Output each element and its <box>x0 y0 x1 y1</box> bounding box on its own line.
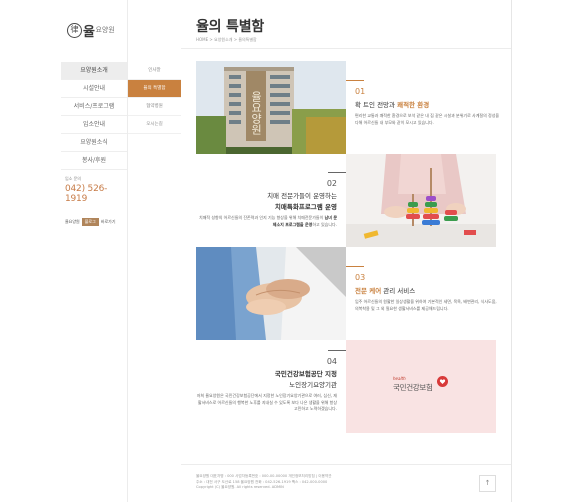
blog-suffix: 바로가기 <box>100 219 116 224</box>
feature-01-text: 01 확 트인 전망과 쾌적한 환경 편리한 교통과 쾌적한 환경으로 보석 같… <box>355 87 500 126</box>
feature-04-text: 04 국민건강보험공단 지정 노인장기요양기관 저희 율요양원은 국민건강보험공… <box>196 357 337 413</box>
feature-02-description: 치매적 성향의 어르신들의 잔존력과 인지 기능 향상을 위해 치매전문가들이 … <box>199 215 337 227</box>
nav-item-admission[interactable]: 입소안내 <box>61 116 127 134</box>
feature-02-headline-1: 치매 전문가들이 운영하는 <box>267 192 337 200</box>
breadcrumb: HOME > 요양원소개 > 율의특별함 <box>196 37 257 42</box>
feature-01-description: 편리한 교통과 쾌적한 환경으로 보석 같은 내 집 같은 시설과 분위기로 사… <box>355 113 500 125</box>
care-hands-photo <box>196 247 346 340</box>
sub-navigation: 인사말 율의 특별함 협약병원 오시는길 <box>128 62 181 134</box>
nav-item-service[interactable]: 서비스/프로그램 <box>61 98 127 116</box>
feature-01-headline: 확 트인 전망과 쾌적한 환경 <box>355 101 430 109</box>
insurance-panel: health 국민건강보험 <box>346 340 496 433</box>
feature-04-description: 저희 율요양원은 국민건강보험공단에서 지정한 노인장기요양기관으로 여러, 심… <box>196 393 337 411</box>
feature-01-number: 01 <box>355 87 366 96</box>
feature-04-number: 04 <box>326 357 337 366</box>
feature-04-headline-2: 노인장기요양기관 <box>289 381 337 389</box>
logo-mark-icon: 律 <box>67 22 82 38</box>
feature-02-headline-2: 치매특화프로그램 운영 <box>274 203 337 211</box>
building-photo: 율요양원 <box>196 61 346 154</box>
site-logo[interactable]: 律 율 요양원 <box>67 18 125 42</box>
feature-03-text: 03 전문 케어 관리 서비스 입주 어르신들의 원활한 일상생활을 위하여 기… <box>355 273 500 312</box>
heart-icon <box>437 376 448 387</box>
main-menu: 요양원소개 시설안내 서비스/프로그램 입소안내 요양원소식 봉사/후원 <box>61 62 127 170</box>
contact-label: 입소 문의 <box>65 176 81 181</box>
header-divider <box>181 48 511 49</box>
blog-prefix: 율요양원 <box>65 219 80 224</box>
sub-item-directions[interactable]: 오시는길 <box>128 116 181 134</box>
therapy-blocks-photo <box>346 154 496 247</box>
scroll-top-button[interactable]: ↑ <box>479 475 496 492</box>
feature-01-accent-line <box>346 80 364 81</box>
feature-02-text: 02 치매 전문가들이 운영하는 치매특화프로그램 운영 치매적 성향의 어르신… <box>196 179 337 228</box>
nav-item-news[interactable]: 요양원소식 <box>61 134 127 152</box>
logo-subtitle: 요양원 <box>95 26 115 34</box>
feature-02-number: 02 <box>326 179 337 188</box>
sub-item-special[interactable]: 율의 특별함 <box>128 80 181 98</box>
feature-04-accent-line <box>328 350 346 351</box>
sub-item-hospital[interactable]: 협약병원 <box>128 98 181 116</box>
insurance-logo: health 국민건강보험 <box>393 376 453 398</box>
logo-name: 율 <box>83 24 95 40</box>
building-sign-text: 율요양원 <box>250 91 263 135</box>
left-navigation: 律 율 요양원 요양원소개 시설안내 서비스/프로그램 입소안내 요양원소식 봉… <box>61 0 128 502</box>
nav-item-intro[interactable]: 요양원소개 <box>61 62 127 80</box>
footer-line-3: Copyright (C) 율요양원. All rights reserved.… <box>196 485 284 489</box>
feature-02-accent-line <box>328 172 346 173</box>
blog-tag: 블로그 <box>81 218 99 226</box>
footer: 율요양원 대표자명 : 000 사업자등록번호 : 000-00-00000 개… <box>196 474 456 491</box>
feature-03-description: 입주 어르신들의 원활한 일상생활을 위하여 기본적인 세면, 목욕, 배변관리… <box>355 299 497 311</box>
sub-item-greeting[interactable]: 인사말 <box>128 62 181 80</box>
page-title: 율의 특별함 <box>196 19 265 35</box>
nav-item-facility[interactable]: 시설안내 <box>61 80 127 98</box>
footer-divider <box>181 464 511 465</box>
contact-phone[interactable]: 042) 526-1919 <box>65 184 127 204</box>
feature-03-number: 03 <box>355 273 366 282</box>
blog-link[interactable]: 율요양원 블로그 바로가기 <box>65 218 127 226</box>
contact-box: 입소 문의 042) 526-1919 율요양원 블로그 바로가기 <box>65 176 127 226</box>
feature-03-accent-line <box>346 266 364 267</box>
feature-04-headline-1: 국민건강보험공단 지정 <box>274 370 337 378</box>
feature-03-headline: 전문 케어 관리 서비스 <box>355 287 416 295</box>
nav-item-volunteer[interactable]: 봉사/후원 <box>61 152 127 170</box>
